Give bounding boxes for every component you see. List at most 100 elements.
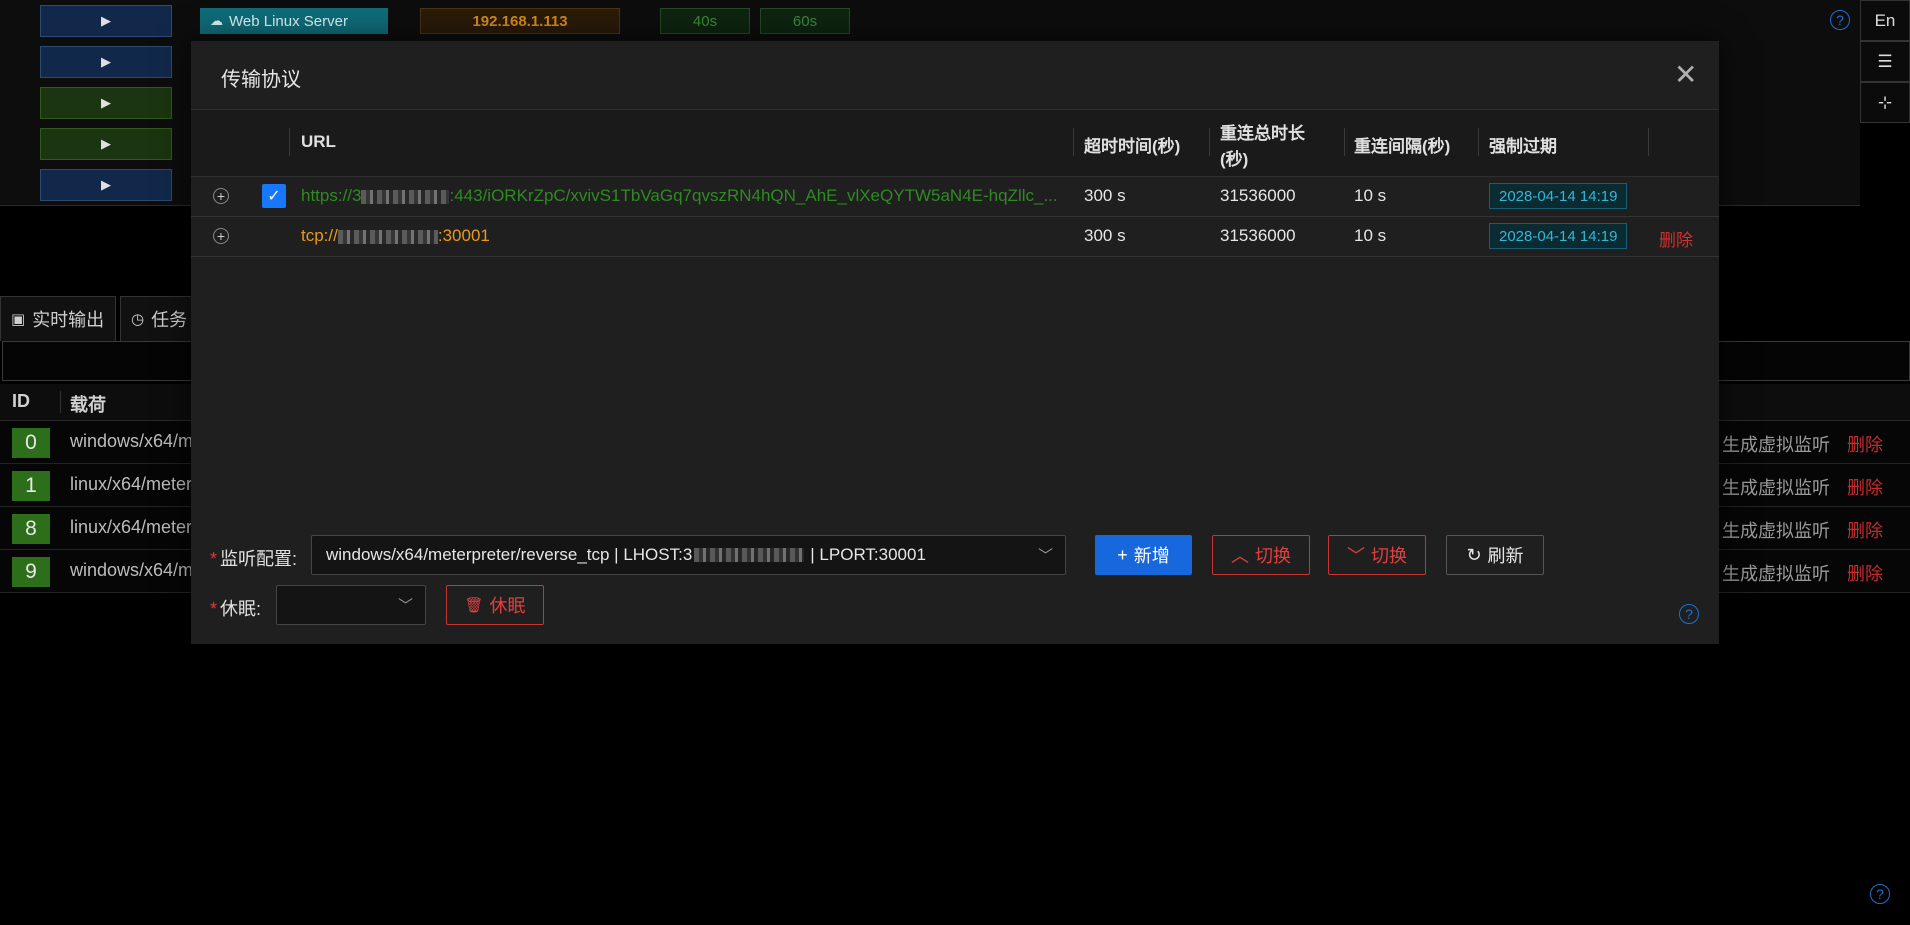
divider [1209,128,1210,156]
tab-tasks[interactable]: ◷ 任务 [120,296,200,341]
column-force-expire: 强制过期 [1489,137,1557,156]
required-mark: * [210,549,218,569]
dialog-title: 传输协议 [221,69,301,91]
play-button[interactable]: ▶ [40,46,172,78]
help-icon[interactable]: ? [1679,604,1699,624]
refresh-label: 刷新 [1487,546,1524,566]
session-label-tag[interactable]: ☁ Web Linux Server [200,8,388,34]
plus-icon: + [1117,544,1128,565]
play-button[interactable]: ▶ [40,128,172,160]
tab-label: 任务 [151,310,188,330]
generate-virtual-listener-link[interactable]: 生成虚拟监听 [1722,560,1830,586]
tab-realtime-output[interactable]: ▣ 实时输出 [0,296,116,341]
sleep-select[interactable]: ﹀ [276,585,426,625]
payload-text: windows/x64/m [70,431,194,451]
sleep-label: * 休眠: [210,595,261,621]
play-button[interactable]: ▶ [40,87,172,119]
divider [1478,128,1479,156]
column-timeout: 超时时间(秒) [1084,137,1181,156]
expand-icon[interactable]: + [213,228,229,244]
column-url: URL [301,132,336,151]
monitor-icon: ▣ [11,311,26,328]
column-reconnect-total: 重连总时长 [1220,124,1305,143]
generate-virtual-listener-link[interactable]: 生成虚拟监听 [1722,474,1830,500]
listener-prefix: windows/x64/meterpreter/reverse_tcp | LH… [326,545,693,564]
switch-down-label: 切换 [1371,546,1407,566]
add-label: 新增 [1133,546,1170,566]
sleep-button[interactable]: 🗑 休眠 [446,585,544,625]
reconnect-interval-value: 10 s [1354,186,1387,205]
play-icon: ▶ [101,54,111,69]
url-link[interactable]: tcp://:30001 [301,226,490,246]
switch-down-button[interactable]: ﹀ 切换 [1328,535,1426,575]
divider [1073,128,1074,156]
interval-1: 40s [692,12,718,30]
refresh-icon: ↻ [1466,544,1482,565]
url-suffix: :443/iORKrZpC/xvivS1TbVaGq7qvszRN4hQN_Ah… [449,186,1058,205]
language-toggle[interactable]: En [1860,0,1910,41]
listener-config-select[interactable]: windows/x64/meterpreter/reverse_tcp | LH… [311,535,1066,575]
interval-tag-1: 40s [660,8,750,34]
close-icon[interactable]: ✕ [1674,61,1697,89]
payload-text: windows/x64/m [70,560,194,580]
column-reconnect-interval: 重连间隔(秒) [1354,137,1451,156]
help-icon[interactable]: ? [1830,10,1850,30]
sleep-button-label: 休眠 [489,596,526,616]
help-icon[interactable]: ? [1870,884,1890,904]
protocol-table-header: URL 超时时间(秒) 重连总时长 (秒) 重连间隔(秒) 强制过期 [191,109,1719,177]
redacted-host [694,548,805,562]
url-prefix: tcp:// [301,226,338,245]
timeout-value: 300 s [1084,186,1126,205]
table-row: + ✓ https://3:443/iORKrZpC/xvivS1TbVaGq7… [191,176,1719,217]
ip-value: 192.168.1.113 [472,12,568,30]
chevron-down-icon: ﹀ [1347,546,1365,566]
divider [1648,128,1649,156]
clock-icon: ◷ [131,311,145,328]
add-button[interactable]: + 新增 [1095,535,1192,575]
chevron-down-icon: ﹀ [397,597,413,615]
url-link[interactable]: https://3:443/iORKrZpC/xvivS1TbVaGq7qvsz… [301,186,1065,206]
redacted-host [361,189,450,204]
required-mark: * [210,599,218,619]
listener-suffix: | LPORT:30001 [810,545,926,564]
play-button[interactable]: ▶ [40,169,172,201]
play-icon: ▶ [101,136,111,151]
divider [1344,128,1345,156]
chevron-down-icon: ﹀ [1037,547,1053,565]
switch-up-button[interactable]: ︿ 切换 [1212,535,1310,575]
table-row: + tcp://:30001 300 s 31536000 10 s 2028-… [191,216,1719,257]
delete-link[interactable]: 删除 [1847,474,1883,500]
redacted-host [337,229,438,244]
sleep-label-text: 休眠: [220,599,262,619]
divider [60,391,61,413]
generate-virtual-listener-link[interactable]: 生成虚拟监听 [1722,431,1830,457]
split-icon[interactable]: ⊹ [1860,82,1910,123]
delete-link[interactable]: 删除 [1847,560,1883,586]
generate-virtual-listener-link[interactable]: 生成虚拟监听 [1722,517,1830,543]
payload-text: linux/x64/meter [70,517,193,537]
play-icon: ▶ [101,177,111,192]
row-checkbox[interactable]: ✓ [262,184,286,208]
column-reconnect-total-unit: (秒) [1220,150,1249,169]
delete-link[interactable]: 删除 [1847,431,1883,457]
play-icon: ▶ [101,13,111,28]
reconnect-total-value: 31536000 [1220,226,1296,245]
expand-icon[interactable]: + [213,188,229,204]
reconnect-interval-value: 10 s [1354,226,1387,245]
expire-date-tag: 2028-04-14 14:19 [1489,223,1628,249]
id-badge: 1 [12,471,50,501]
session-row: ▶ ☁ Web Linux Server 192.168.1.113 40s 6… [0,0,1860,42]
delete-link[interactable]: 删除 [1847,517,1883,543]
id-badge: 9 [12,557,50,587]
delete-link[interactable]: 删除 [1659,226,1693,251]
align-icon[interactable]: ☰ [1860,41,1910,82]
play-icon: ▶ [101,95,111,110]
language-label: En [1874,10,1896,30]
refresh-button[interactable]: ↻ 刷新 [1446,535,1544,575]
interval-2: 60s [792,12,818,30]
ip-tag: 192.168.1.113 [420,8,620,34]
payload-text: linux/x64/meter [70,474,193,494]
interval-tag-2: 60s [760,8,850,34]
play-button[interactable]: ▶ [40,5,172,37]
switch-up-label: 切换 [1255,546,1291,566]
